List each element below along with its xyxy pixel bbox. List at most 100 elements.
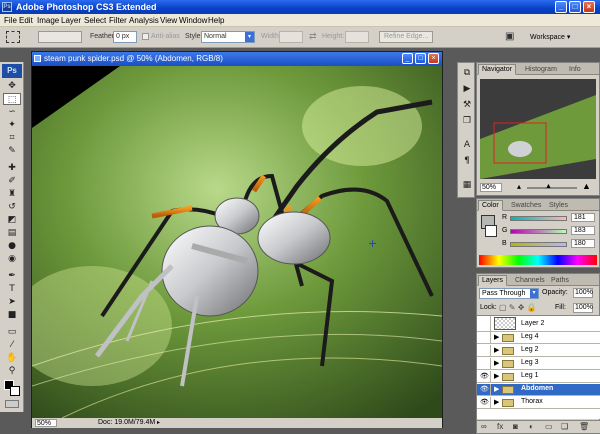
clone-stamp-icon[interactable]: ♜ [3,188,21,200]
layer-row[interactable]: ▶ Leg 4 [477,332,600,344]
slice-icon[interactable]: ✎ [3,145,21,157]
refine-edge-button[interactable]: Refine Edge... [379,31,434,43]
shape-icon[interactable]: ■ [3,309,21,321]
image-canvas[interactable]: + [32,66,442,418]
paragraph-panel-icon[interactable]: ¶ [460,155,474,167]
expand-triangle-icon[interactable]: ▶ [494,371,499,382]
move-icon[interactable]: ✥ [3,80,21,92]
layer-row[interactable]: 👁 ▶ Thorax [477,397,600,409]
menu-image[interactable]: Image [37,16,59,25]
tab-layers[interactable]: Layers [478,275,508,286]
tab-info[interactable]: Info [565,64,585,75]
layer-row[interactable]: Layer 2 [477,316,600,332]
doc-minimize-button[interactable]: _ [402,53,413,64]
visibility-toggle[interactable] [479,316,491,331]
tab-styles[interactable]: Styles [545,200,572,211]
channel-b-value[interactable]: 180 [571,239,595,248]
menu-view[interactable]: View [160,16,177,25]
color-spectrum-bar[interactable] [479,255,597,265]
expand-triangle-icon[interactable]: ▶ [494,358,499,369]
blend-mode-select[interactable]: Pass Through ▾ [479,288,539,299]
opacity-field[interactable]: 100% [573,288,593,298]
layer-style-icon[interactable]: fx [497,422,503,431]
selection-mode-buttons[interactable] [38,31,82,43]
menu-analysis[interactable]: Analysis [129,16,159,25]
background-color-chip[interactable] [485,225,497,237]
quick-mask-icon[interactable] [5,400,19,408]
close-button[interactable]: × [583,1,595,13]
expand-triangle-icon[interactable]: ▶ [494,345,499,356]
background-color-swatch[interactable] [10,386,20,396]
feather-field[interactable]: 0 px [113,31,137,43]
hand-icon[interactable]: ✋ [3,352,21,364]
eraser-icon[interactable]: ◩ [3,214,21,226]
tab-paths[interactable]: Paths [547,275,573,286]
channel-r-slider[interactable] [510,216,567,221]
expand-triangle-icon[interactable]: ▶ [494,332,499,343]
eye-icon[interactable]: 👁 [479,397,491,408]
blur-icon[interactable]: ● [3,240,21,252]
channel-g-slider[interactable] [510,229,567,234]
tab-swatches[interactable]: Swatches [507,200,545,211]
channel-b-slider[interactable] [510,242,567,247]
lock-icons[interactable]: ▢ ✎ ✥ 🔒 [499,303,537,312]
style-select[interactable]: Normal ▾ [201,31,255,43]
visibility-toggle[interactable] [479,345,491,356]
expand-triangle-icon[interactable]: ▶ [494,384,499,395]
history-brush-icon[interactable]: ↺ [3,201,21,213]
zoom-icon[interactable]: ⚲ [3,365,21,377]
eyedropper-icon[interactable]: ⁄ [3,339,21,351]
new-layer-icon[interactable]: ❑ [561,422,568,431]
clone-source-icon[interactable]: ▦ [460,179,474,191]
status-menu-arrow[interactable]: ▸ [157,419,160,426]
navigator-zoom-field[interactable]: 50% [480,183,502,192]
zoom-out-icon[interactable]: ▴ [517,182,521,191]
navigator-zoom-slider-thumb[interactable]: ▲ [545,183,552,190]
history-panel-icon[interactable]: ⧉ [460,67,474,79]
layer-row-selected[interactable]: 👁 ▶ Abdomen [477,384,600,396]
menu-edit[interactable]: Edit [19,16,33,25]
gradient-icon[interactable]: ▤ [3,227,21,239]
marquee-icon[interactable]: ⬚ [3,93,21,105]
maximize-button[interactable]: □ [569,1,581,13]
antialias-checkbox[interactable] [142,33,149,40]
channel-r-value[interactable]: 181 [571,213,595,222]
eye-icon[interactable]: 👁 [479,371,491,382]
fill-field[interactable]: 100% [573,303,593,313]
menu-layer[interactable]: Layer [61,16,81,25]
layer-row[interactable]: ▶ Leg 3 [477,358,600,370]
expand-triangle-icon[interactable]: ▶ [494,397,499,408]
lasso-icon[interactable]: ∽ [3,106,21,118]
navigator-zoom-slider[interactable] [527,187,577,189]
menu-help[interactable]: Help [208,16,224,25]
width-field[interactable] [279,31,303,43]
doc-maximize-button[interactable]: □ [415,53,426,64]
channel-g-value[interactable]: 183 [571,226,595,235]
layer-mask-icon[interactable]: ◙ [513,422,518,431]
layer-comps-icon[interactable]: ❐ [460,115,474,127]
character-panel-icon[interactable]: A [460,139,474,151]
layer-row[interactable]: ▶ Leg 2 [477,345,600,357]
marquee-preset-icon[interactable] [6,31,20,43]
link-layers-icon[interactable]: ∞ [481,422,487,431]
magic-wand-icon[interactable]: ✦ [3,119,21,131]
swap-icon[interactable]: ⇄ [309,31,317,42]
tab-color[interactable]: Color [478,200,503,211]
tab-navigator[interactable]: Navigator [478,64,516,75]
bridge-icon[interactable]: ▣ [505,31,514,42]
layer-row[interactable]: 👁 ▶ Leg 1 [477,371,600,383]
brush-icon[interactable]: ✐ [3,175,21,187]
trash-icon[interactable]: 🗑 [579,422,589,431]
doc-close-button[interactable]: × [428,53,439,64]
adjustment-layer-icon[interactable]: ◐ [529,422,534,431]
tab-channels[interactable]: Channels [511,275,549,286]
tool-presets-icon[interactable]: ⚒ [460,99,474,111]
path-select-icon[interactable]: ➤ [3,296,21,308]
actions-panel-icon[interactable]: ▶ [460,83,474,95]
new-group-icon[interactable]: ▭ [545,422,553,431]
zoom-in-icon[interactable]: ▲ [582,181,591,191]
height-field[interactable] [345,31,369,43]
eye-icon[interactable]: 👁 [479,384,491,395]
type-icon[interactable]: T [3,283,21,295]
visibility-toggle[interactable] [479,358,491,369]
